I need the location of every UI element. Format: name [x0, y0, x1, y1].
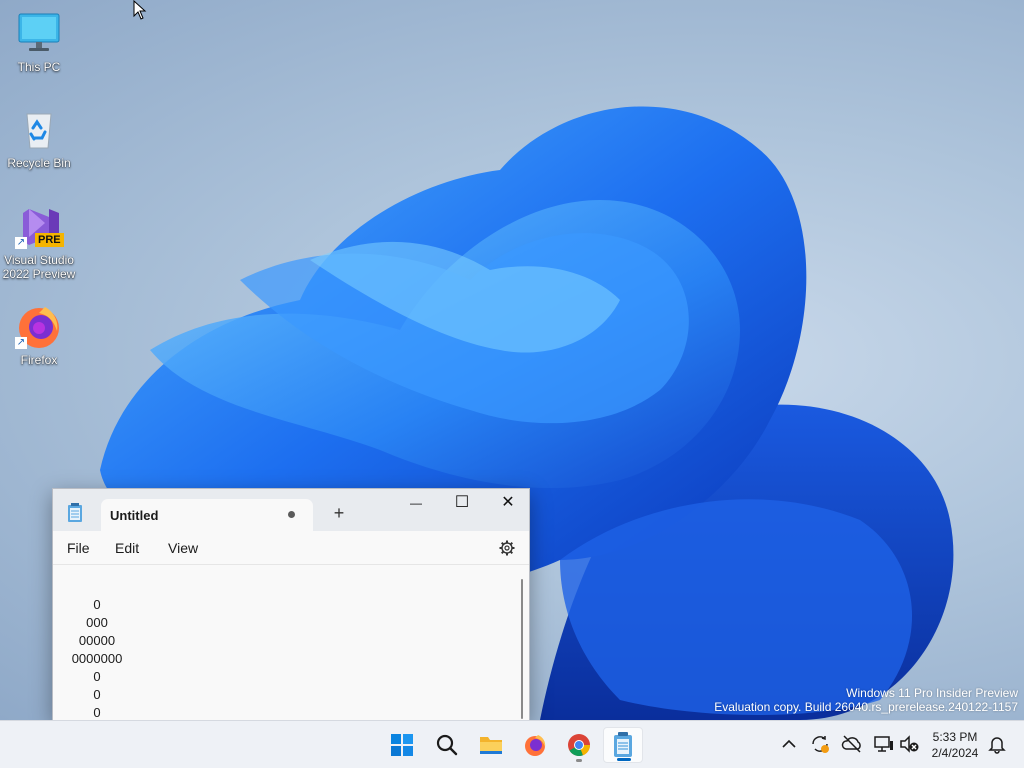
- windows-start-icon: [391, 734, 413, 756]
- clock-time: 5:33 PM: [932, 730, 978, 744]
- notepad-icon: [614, 732, 632, 757]
- menu-edit[interactable]: Edit: [115, 540, 139, 556]
- editor-line: 0000000: [71, 651, 123, 666]
- editor-line: 0: [93, 597, 101, 612]
- settings-gear-icon[interactable]: [499, 540, 515, 556]
- desktop-icon-firefox[interactable]: ↗ Firefox: [1, 303, 77, 367]
- maximize-button[interactable]: ☐: [439, 489, 485, 519]
- notepad-app-icon: [68, 503, 82, 522]
- menu-file[interactable]: File: [67, 540, 90, 556]
- watermark-line-build: Evaluation copy. Build 26040.rs_prerelea…: [714, 700, 1018, 714]
- mouse-cursor-icon: [133, 0, 147, 20]
- editor-line: 0: [93, 669, 101, 684]
- desktop-icon-label: Visual Studio 2022 Preview: [2, 253, 76, 281]
- search-button[interactable]: [427, 727, 467, 763]
- recycle-bin-icon: [15, 106, 63, 154]
- editor-line: 0: [93, 687, 101, 702]
- notification-bell-icon[interactable]: [986, 733, 1008, 755]
- new-tab-button[interactable]: +: [329, 503, 349, 523]
- firefox-icon: [525, 735, 546, 756]
- unsaved-dot-icon[interactable]: [288, 511, 295, 518]
- build-watermark: Windows 11 Pro Insider Preview Evaluatio…: [714, 686, 1018, 714]
- editor-line: 0: [93, 705, 101, 720]
- firefox-taskbar-button[interactable]: [515, 727, 555, 763]
- active-indicator: [617, 758, 631, 761]
- taskbar: 5:33 PM 2/4/2024: [0, 720, 1024, 768]
- search-icon: [436, 734, 458, 756]
- chrome-icon: [568, 734, 591, 757]
- chrome-taskbar-button[interactable]: [559, 727, 599, 763]
- minimize-button[interactable]: —: [393, 489, 439, 519]
- file-explorer-button[interactable]: [471, 727, 511, 763]
- tab-untitled[interactable]: Untitled: [101, 499, 313, 531]
- network-icon[interactable]: [872, 733, 894, 755]
- visual-studio-icon: PRE ↗: [15, 203, 64, 251]
- menu-view[interactable]: View: [168, 540, 198, 556]
- notepad-window[interactable]: Untitled + — ☐ ✕ File Edit View 0 000 00…: [52, 488, 530, 720]
- desktop-icon-recycle-bin[interactable]: Recycle Bin: [1, 106, 77, 170]
- editor-line: 00000: [78, 633, 116, 648]
- vertical-scrollbar[interactable]: [521, 579, 523, 719]
- running-indicator: [576, 759, 582, 762]
- shortcut-arrow-icon: ↗: [15, 237, 27, 249]
- desktop-icon-label: Firefox: [20, 353, 58, 367]
- volume-muted-icon[interactable]: [898, 733, 920, 755]
- tab-title: Untitled: [110, 508, 159, 523]
- watermark-line-edition: Windows 11 Pro Insider Preview: [846, 686, 1018, 700]
- start-button[interactable]: [382, 727, 422, 763]
- desktop-icon-visual-studio[interactable]: PRE ↗ Visual Studio 2022 Preview: [1, 203, 77, 281]
- title-bar[interactable]: Untitled + — ☐ ✕: [53, 489, 529, 531]
- preview-badge: PRE: [35, 233, 64, 247]
- monitor-icon: [15, 10, 63, 58]
- desktop-icon-label: This PC: [17, 60, 61, 74]
- desktop-icon-this-pc[interactable]: This PC: [1, 10, 77, 74]
- close-button[interactable]: ✕: [485, 489, 529, 519]
- clock-date: 2/4/2024: [931, 746, 979, 760]
- chevron-up-icon[interactable]: [778, 733, 800, 755]
- menu-bar: File Edit View: [53, 531, 529, 565]
- system-clock[interactable]: 5:33 PM 2/4/2024: [924, 729, 986, 761]
- file-explorer-icon: [480, 737, 502, 754]
- editor-content: 0 000 00000 0000000 0 0 0: [53, 596, 141, 720]
- firefox-icon: ↗: [15, 303, 63, 351]
- text-editor[interactable]: 0 000 00000 0000000 0 0 0: [53, 565, 523, 720]
- editor-line: 000: [86, 615, 108, 630]
- notepad-taskbar-button[interactable]: [603, 727, 643, 763]
- shortcut-arrow-icon: ↗: [15, 337, 27, 349]
- onedrive-offline-icon[interactable]: [841, 733, 863, 755]
- update-icon[interactable]: [809, 733, 831, 755]
- desktop-icon-label: Recycle Bin: [7, 156, 71, 170]
